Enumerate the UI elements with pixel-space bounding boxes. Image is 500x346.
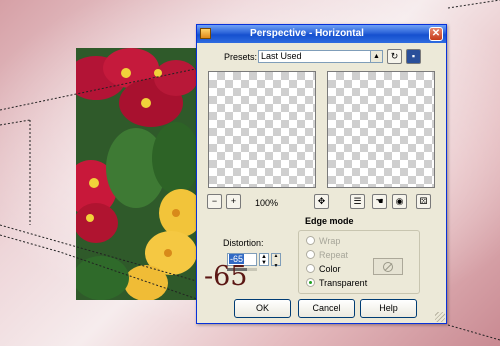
- resize-grip[interactable]: [435, 312, 445, 322]
- hand-icon[interactable]: ☚: [372, 194, 387, 209]
- before-preview[interactable]: [208, 71, 316, 188]
- preview-toggle-icon[interactable]: ☰: [350, 194, 365, 209]
- help-button[interactable]: Help: [360, 299, 417, 318]
- save-preset-icon[interactable]: ▪: [406, 49, 421, 64]
- transparent-radio[interactable]: [306, 278, 315, 287]
- wrap-radio[interactable]: [306, 236, 315, 245]
- transparent-label: Transparent: [319, 278, 368, 288]
- wrap-label: Wrap: [319, 236, 341, 246]
- zoom-level: 100%: [255, 198, 279, 208]
- eye-icon[interactable]: ◉: [392, 194, 407, 209]
- after-preview[interactable]: [327, 71, 435, 188]
- no-color-icon: [383, 262, 393, 272]
- edge-mode-title: Edge mode: [303, 216, 356, 226]
- distortion-spinner[interactable]: ▲ ▼: [271, 253, 281, 269]
- dialog-title: Perspective - Horizontal: [250, 28, 364, 39]
- distortion-dropdown[interactable]: ▲ ▼: [259, 253, 269, 266]
- presets-select[interactable]: Last Used ▲: [258, 50, 383, 63]
- zoom-out-icon[interactable]: −: [207, 194, 222, 209]
- randomize-icon[interactable]: ⚄: [416, 194, 431, 209]
- cancel-button[interactable]: Cancel: [298, 299, 355, 318]
- move-icon[interactable]: ✥: [314, 194, 329, 209]
- edge-color-swatch[interactable]: [373, 258, 403, 275]
- ok-button[interactable]: OK: [234, 299, 291, 318]
- reset-icon[interactable]: ↻: [387, 49, 402, 64]
- distortion-label: Distortion:: [223, 238, 264, 248]
- repeat-label: Repeat: [319, 250, 349, 260]
- presets-label: Presets:: [224, 52, 258, 62]
- color-radio[interactable]: [306, 264, 315, 273]
- color-label: Color: [319, 264, 341, 274]
- title-bar[interactable]: Perspective - Horizontal ✕: [197, 25, 446, 43]
- chevron-down-icon[interactable]: ▲: [370, 51, 382, 62]
- repeat-radio[interactable]: [306, 250, 315, 259]
- distortion-annotation: -65: [204, 261, 248, 292]
- close-icon[interactable]: ✕: [429, 27, 443, 41]
- zoom-in-icon[interactable]: +: [226, 194, 241, 209]
- presets-value: Last Used: [261, 51, 302, 61]
